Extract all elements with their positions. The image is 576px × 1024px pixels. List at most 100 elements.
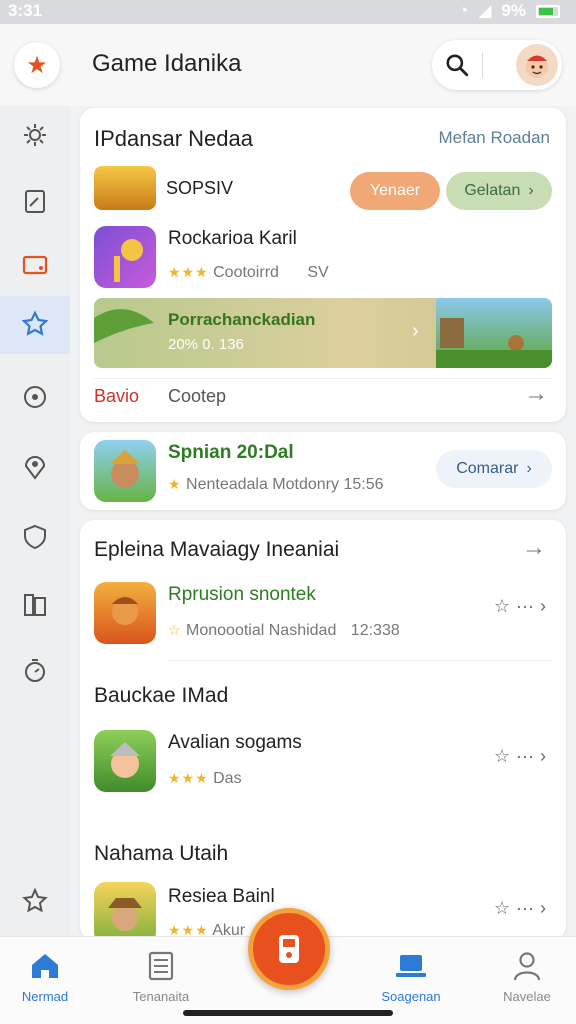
avatar-face-icon bbox=[526, 55, 548, 78]
sidebar-item-target[interactable] bbox=[0, 368, 70, 426]
signal-icon: ◢ bbox=[478, 1, 492, 20]
nav-label: Tenanaita bbox=[132, 989, 190, 1004]
list-icon bbox=[148, 951, 174, 981]
app-meta: ★★★ Cootoirrd SV bbox=[168, 264, 329, 282]
sidebar-item-favorites[interactable] bbox=[0, 296, 70, 354]
nav-item-library[interactable]: Soagenan bbox=[366, 949, 456, 1004]
nav-item-home[interactable]: Nermad bbox=[0, 949, 90, 1004]
target-icon bbox=[24, 386, 46, 408]
location-icon bbox=[24, 456, 46, 480]
highlight-card[interactable]: Spnian 20:Dal ★ Nenteadala Motdonry 15:5… bbox=[80, 432, 566, 510]
promo-banner[interactable]: Porrachanckadian 20% 0. 136 › bbox=[94, 298, 552, 368]
header-divider bbox=[482, 52, 483, 78]
arrow-right-icon[interactable]: → bbox=[524, 380, 548, 408]
chevron-right-icon: › bbox=[526, 460, 532, 477]
row-actions: ☆ ··· › bbox=[494, 746, 546, 767]
sidebar-item-library[interactable] bbox=[0, 576, 70, 634]
app-header: ★ Game Idanika bbox=[0, 24, 576, 106]
rating-stars-icon: ★★★ bbox=[168, 264, 209, 280]
sidebar-item-tablet[interactable] bbox=[0, 236, 70, 294]
status-icons: ◔ ◢ 9% bbox=[458, 1, 560, 21]
document-icon bbox=[25, 190, 45, 213]
section-title: Epleina Mavaiagy Ineaniai bbox=[94, 538, 340, 561]
featured-card: IPdansar Nedaa Mefan Roadan SOPSIV Yenae… bbox=[80, 108, 566, 422]
app-icon-spnian bbox=[94, 440, 156, 502]
footer-label[interactable]: Cootep bbox=[168, 386, 226, 407]
app-logo-sopsiv bbox=[94, 166, 156, 210]
header-actions bbox=[432, 40, 562, 90]
divider bbox=[168, 660, 552, 661]
button-label: Comarar bbox=[456, 460, 519, 477]
app-name: Rprusion snontek bbox=[168, 584, 316, 605]
battery-percent: 9% bbox=[501, 1, 526, 20]
sidebar-item-shield[interactable] bbox=[0, 508, 70, 566]
app-meta: ★★★ Das bbox=[168, 770, 242, 788]
laptop-icon bbox=[396, 955, 426, 977]
app-name: Avalian sogams bbox=[168, 732, 302, 753]
more-icon[interactable]: ··· bbox=[516, 898, 534, 919]
nav-label: Nermad bbox=[21, 989, 69, 1004]
app-name: SOPSIV bbox=[166, 178, 234, 198]
sidebar-item-star[interactable] bbox=[0, 872, 70, 930]
sidebar-item-settings[interactable] bbox=[0, 106, 70, 164]
arrow-right-icon[interactable]: → bbox=[522, 534, 546, 562]
page-title: Game Idanika bbox=[92, 50, 242, 77]
button-label: Gelatan bbox=[464, 182, 521, 199]
gamepad-icon bbox=[279, 935, 299, 963]
favorite-star-icon[interactable]: ☆ bbox=[494, 596, 510, 617]
rating-star-icon: ★ bbox=[168, 476, 182, 492]
chevron-right-icon[interactable]: › bbox=[540, 746, 546, 767]
app-meta-text: Nenteadala Motdonry 15:56 bbox=[186, 476, 384, 493]
app-logo[interactable]: ★ bbox=[14, 42, 60, 88]
status-time: 3:31 bbox=[8, 1, 43, 20]
app-icon-rockarioa bbox=[94, 226, 156, 288]
app-name: Spnian 20:Dal bbox=[168, 442, 294, 463]
banner-subtitle: 20% 0. 136 bbox=[168, 336, 244, 353]
nav-item-list[interactable]: Tenanaita bbox=[116, 949, 206, 1004]
favorite-star-icon[interactable]: ☆ bbox=[494, 746, 510, 767]
card-link[interactable]: Mefan Roadan bbox=[438, 128, 550, 148]
list-card: Epleina Mavaiagy Ineaniai → Rprusion sno… bbox=[80, 520, 566, 940]
app-meta: ★ Nenteadala Motdonry 15:56 bbox=[168, 476, 383, 494]
section-title: Bauckae IMad bbox=[94, 684, 229, 707]
home-icon bbox=[32, 954, 58, 978]
chevron-right-icon: › bbox=[412, 320, 419, 342]
leaf-icon bbox=[94, 309, 154, 343]
rating-star-icon: ☆ bbox=[168, 622, 182, 638]
app-meta-extra: SV bbox=[307, 264, 329, 281]
more-icon[interactable]: ··· bbox=[516, 746, 534, 767]
rating-stars-icon: ★★★ bbox=[168, 770, 209, 786]
app-icon-resiea bbox=[94, 882, 156, 940]
compare-button[interactable]: Comarar › bbox=[436, 450, 552, 488]
footer-brand[interactable]: Bavio bbox=[94, 386, 139, 407]
card-title: IPdansar Nedaa bbox=[94, 126, 253, 151]
chevron-right-icon[interactable]: › bbox=[540, 596, 546, 617]
more-icon[interactable]: ··· bbox=[516, 596, 534, 617]
search-icon[interactable] bbox=[444, 52, 470, 78]
timer-icon bbox=[25, 659, 45, 682]
secondary-action-button[interactable]: Gelatan › bbox=[446, 172, 552, 210]
sidebar bbox=[0, 106, 70, 936]
primary-action-button[interactable]: Yenaer bbox=[350, 172, 440, 210]
nav-item-profile[interactable]: Navelae bbox=[482, 949, 572, 1004]
app-meta-text: Cootoirrd bbox=[213, 264, 279, 281]
row-actions: ☆ ··· › bbox=[494, 596, 546, 617]
row-actions: ☆ ··· › bbox=[494, 898, 546, 919]
app-meta-text: Das bbox=[213, 770, 242, 787]
wifi-icon: ◔ bbox=[458, 1, 469, 20]
section-title: Nahama Utaih bbox=[94, 842, 229, 865]
favorite-star-icon[interactable]: ☆ bbox=[494, 898, 510, 919]
gear-icon bbox=[24, 124, 46, 146]
chevron-right-icon: › bbox=[528, 182, 534, 199]
divider bbox=[94, 378, 552, 379]
play-fab-button[interactable] bbox=[248, 908, 330, 990]
sidebar-item-documents[interactable] bbox=[0, 172, 70, 230]
sidebar-item-location[interactable] bbox=[0, 438, 70, 496]
avatar[interactable] bbox=[516, 44, 558, 86]
banner-image bbox=[436, 298, 552, 368]
status-bar: 3:31 ◔ ◢ 9% bbox=[0, 0, 576, 24]
banner-title: Porrachanckadian bbox=[168, 310, 316, 329]
chevron-right-icon[interactable]: › bbox=[540, 898, 546, 919]
sidebar-item-timer[interactable] bbox=[0, 642, 70, 700]
app-meta-text: Monoootial Nashidad bbox=[186, 622, 337, 639]
